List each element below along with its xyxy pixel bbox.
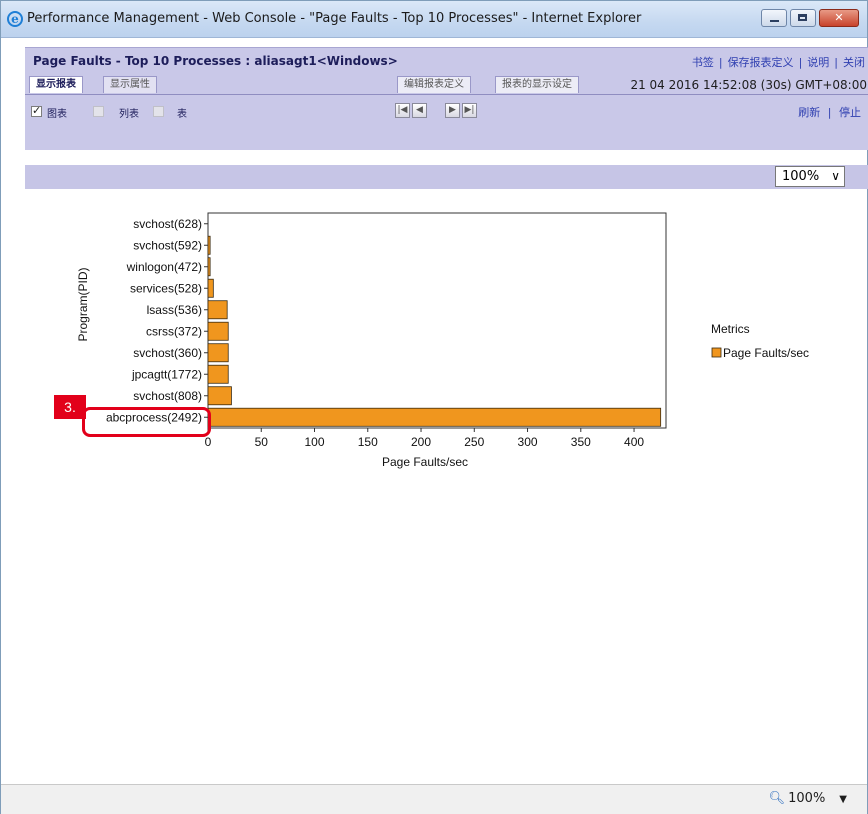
- legend-title: Metrics: [711, 322, 750, 336]
- bookmark-link[interactable]: 书签: [692, 56, 714, 69]
- bar: [207, 300, 228, 320]
- x-tick-label: 200: [411, 435, 431, 449]
- y-tick-label: csrss(372): [146, 324, 202, 338]
- zoom-magnifier-icon: 🔍︎: [768, 791, 786, 806]
- chevron-down-icon: ∨: [831, 169, 840, 183]
- internet-explorer-icon: e: [7, 11, 23, 27]
- x-tick-label: 150: [358, 435, 378, 449]
- y-tick-label: winlogon(472): [126, 260, 202, 274]
- bar: [207, 257, 211, 277]
- tab-edit-report-definition[interactable]: 编辑报表定义: [397, 76, 471, 93]
- status-zoom-control[interactable]: 🔍︎ 100% ▼: [769, 791, 847, 806]
- x-tick-label: 50: [255, 435, 269, 449]
- report-timestamp: 21 04 2016 14:52:08 (30s) GMT+08:00: [630, 78, 867, 92]
- tab-show-properties[interactable]: 显示属性: [103, 76, 157, 93]
- y-tick-label: svchost(360): [133, 346, 202, 360]
- y-tick-label: svchost(592): [133, 238, 202, 252]
- report-title: Page Faults - Top 10 Processes : aliasag…: [33, 54, 398, 68]
- window-controls: [761, 9, 859, 27]
- y-tick-label: svchost(808): [133, 389, 202, 403]
- y-tick-label: services(528): [130, 281, 202, 295]
- prev-page-icon[interactable]: ◀: [412, 103, 427, 118]
- list-checkbox[interactable]: [93, 106, 104, 117]
- y-tick-label: jpcagtt(1772): [131, 367, 202, 381]
- close-window-button[interactable]: [819, 9, 859, 27]
- bar: [207, 235, 211, 255]
- chart-zoom-value: 100%: [782, 169, 820, 184]
- first-page-icon[interactable]: |◀: [395, 103, 410, 118]
- tab-show-report[interactable]: 显示报表: [29, 76, 83, 93]
- tab-row: 显示报表 显示属性 编辑报表定义 报表的显示设定 21 04 2016 14:5…: [25, 74, 868, 95]
- chart-zoom-select[interactable]: 100% ∨: [775, 166, 845, 187]
- x-tick-label: 350: [571, 435, 591, 449]
- list-checkbox-label: 列表: [119, 109, 139, 120]
- stop-link[interactable]: 停止: [839, 106, 861, 119]
- bar: [207, 407, 662, 427]
- refresh-controls: 刷新 | 停止: [798, 106, 861, 119]
- bar: [207, 386, 232, 406]
- last-page-icon[interactable]: ▶|: [462, 103, 477, 118]
- x-tick-label: 100: [304, 435, 324, 449]
- window-title: Performance Management - Web Console - "…: [27, 11, 642, 26]
- y-tick-label: svchost(628): [133, 217, 202, 231]
- x-tick-label: 0: [205, 435, 212, 449]
- table-checkbox-label: 表: [177, 109, 187, 120]
- report-toolbar: 图表 列表 表 |◀ ◀ ▶ ▶| 刷新 | 停止: [25, 98, 868, 126]
- title-bar[interactable]: e Performance Management - Web Console -…: [1, 1, 867, 38]
- browser-window: e Performance Management - Web Console -…: [0, 0, 868, 814]
- chart-toolbar-band: 100% ∨: [25, 165, 868, 189]
- bar: [207, 343, 229, 363]
- y-axis-label: Program(PID): [76, 267, 90, 341]
- callout-highlight-box: [82, 407, 211, 437]
- legend-swatch: [711, 347, 722, 358]
- bar: [207, 278, 214, 298]
- x-tick-label: 250: [464, 435, 484, 449]
- legend-entry: Page Faults/sec: [723, 346, 809, 360]
- bar: [207, 364, 229, 384]
- bar: [207, 321, 229, 341]
- page-faults-chart: svchost(628) svchost(592) winlogon(472) ser…: [76, 212, 809, 469]
- chart-checkbox[interactable]: [31, 104, 42, 117]
- save-report-definition-link[interactable]: 保存报表定义: [728, 56, 794, 69]
- status-zoom-value: 100%: [788, 791, 826, 806]
- maximize-button[interactable]: [790, 9, 816, 27]
- report-header: Page Faults - Top 10 Processes : aliasag…: [25, 47, 868, 150]
- refresh-link[interactable]: 刷新: [798, 106, 820, 119]
- header-links: 书签 | 保存报表定义 | 说明 | 关闭: [691, 56, 865, 69]
- status-bar: 🔍︎ 100% ▼: [1, 784, 867, 814]
- x-tick-label: 300: [518, 435, 538, 449]
- tab-report-display-settings[interactable]: 报表的显示设定: [495, 76, 579, 93]
- chart-checkbox-label: 图表: [47, 109, 67, 120]
- y-tick-label: lsass(536): [147, 303, 202, 317]
- help-link[interactable]: 说明: [807, 56, 829, 69]
- plot-area: [207, 212, 667, 429]
- table-checkbox[interactable]: [153, 106, 164, 117]
- minimize-button[interactable]: [761, 9, 787, 27]
- close-link[interactable]: 关闭: [843, 56, 865, 69]
- x-tick-label: 400: [624, 435, 644, 449]
- next-page-icon[interactable]: ▶: [445, 103, 460, 118]
- x-axis-label: Page Faults/sec: [382, 455, 468, 469]
- zoom-dropdown-icon: ▼: [839, 794, 847, 805]
